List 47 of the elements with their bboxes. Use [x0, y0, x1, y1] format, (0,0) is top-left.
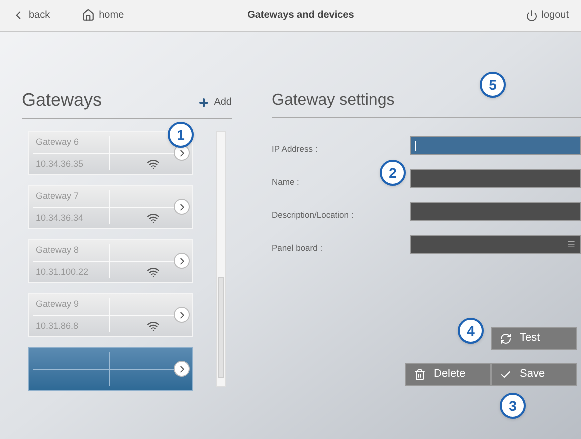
chevron-icon — [174, 361, 190, 377]
gateway-ip: 10.34.36.34 — [36, 212, 84, 225]
input-field[interactable] — [410, 136, 581, 155]
logout-button[interactable]: logout — [526, 8, 569, 23]
delete-button[interactable]: Delete — [405, 363, 491, 386]
gateway-name: Gateway 9 — [36, 298, 80, 311]
home-button[interactable]: home — [82, 8, 124, 23]
field-label: Description/Location : — [272, 210, 354, 220]
gateway-item[interactable] — [28, 347, 193, 391]
input-field[interactable] — [410, 169, 581, 188]
callout-badge: 5 — [480, 72, 506, 98]
add-button[interactable]: Add — [198, 95, 232, 110]
gateway-ip: 10.31.100.22 — [36, 266, 89, 279]
callout-badge: 3 — [500, 393, 526, 419]
field-label: Name : — [272, 177, 300, 187]
gateway-item[interactable]: Gateway 9 10.31.86.8 — [28, 293, 193, 337]
scrollbar[interactable] — [216, 131, 226, 387]
page-title: Gateways and devices — [246, 9, 356, 23]
section-title: Gateways — [22, 89, 102, 112]
check-icon — [500, 368, 512, 380]
test-button[interactable]: Test — [491, 327, 577, 350]
gateway-name: Gateway 8 — [36, 244, 80, 257]
gateway-item[interactable]: Gateway 7 10.34.36.34 — [28, 185, 193, 229]
home-icon — [82, 9, 96, 22]
section-title: Gateway settings — [272, 92, 395, 109]
refresh-icon — [500, 332, 512, 344]
power-icon — [526, 10, 538, 22]
chevron-icon — [174, 199, 190, 215]
field-label: Panel board : — [272, 243, 323, 253]
callout-badge: 2 — [380, 160, 406, 186]
gateway-name: Gateway 6 — [36, 136, 80, 149]
save-button[interactable]: Save — [491, 363, 577, 386]
gateway-item[interactable]: Gateway 8 10.31.100.22 — [28, 239, 193, 283]
callout-badge: 4 — [458, 318, 484, 344]
trash-icon — [414, 368, 426, 380]
plus-icon — [198, 96, 210, 108]
chevron-icon — [174, 307, 190, 323]
field-label: IP Address : — [272, 144, 318, 154]
gateway-ip: 10.34.36.35 — [36, 158, 84, 171]
select-field[interactable] — [410, 235, 581, 254]
gateway-name: Gateway 7 — [36, 190, 80, 203]
menu-icon — [567, 240, 576, 249]
callout-badge: 1 — [168, 122, 194, 148]
gateway-ip: 10.31.86.8 — [36, 320, 79, 333]
chevron-icon — [174, 253, 190, 269]
input-field[interactable] — [410, 202, 581, 221]
back-button[interactable]: back — [12, 8, 50, 23]
